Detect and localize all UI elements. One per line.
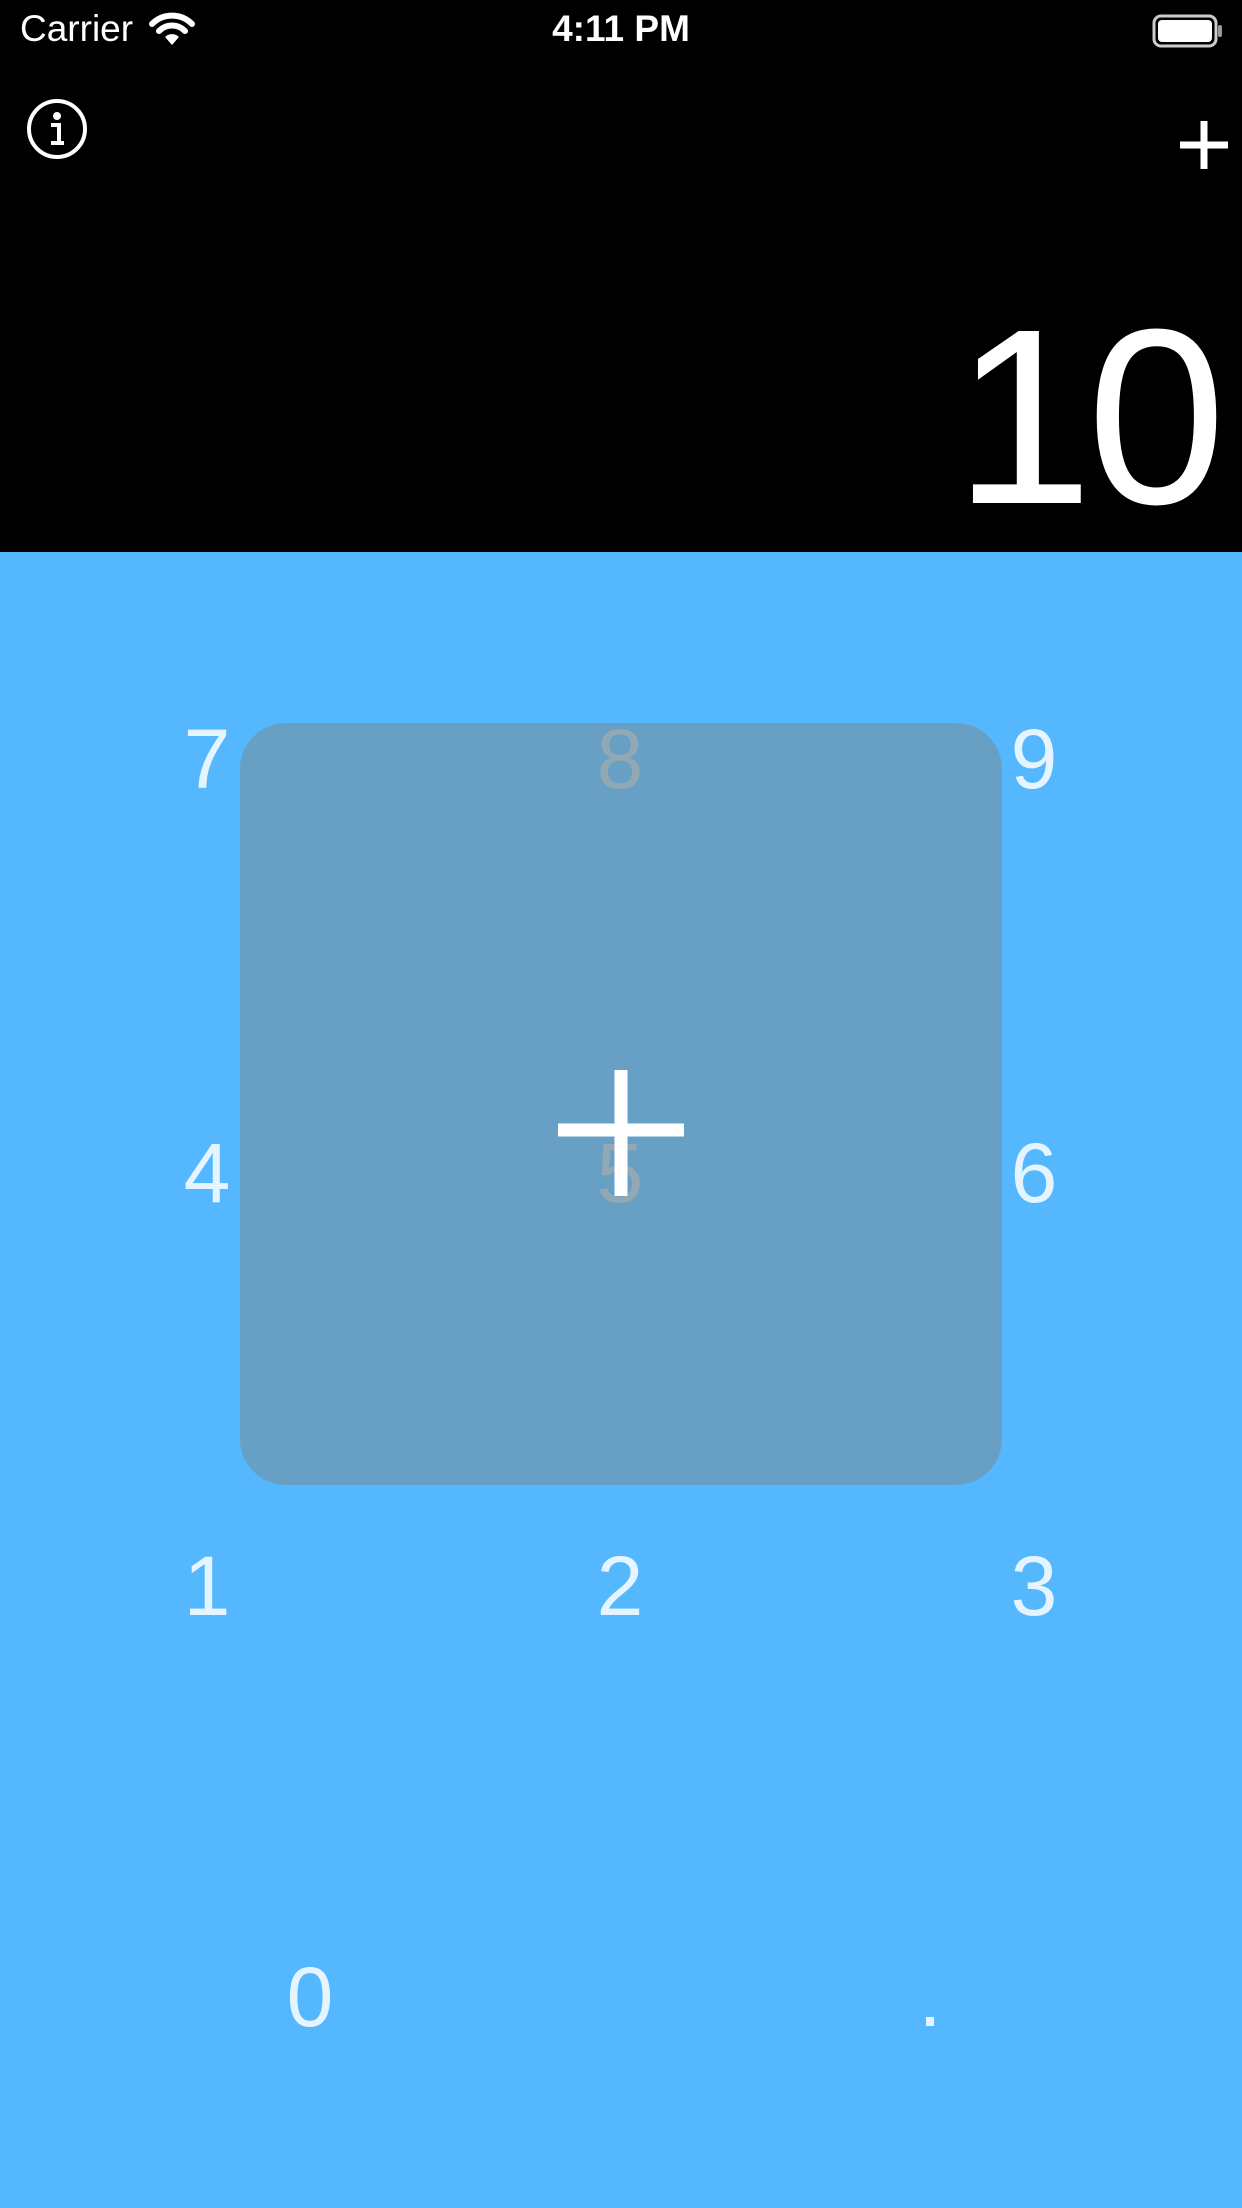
key-3[interactable]: 3 — [934, 1516, 1134, 1656]
info-icon[interactable] — [26, 98, 88, 160]
battery-icon — [1152, 14, 1222, 48]
key-0[interactable]: 0 — [210, 1927, 410, 2067]
result-display: 10 — [953, 277, 1226, 556]
key-decimal[interactable]: . — [830, 1927, 1030, 2067]
key-2[interactable]: 2 — [520, 1516, 720, 1656]
key-1[interactable]: 1 — [107, 1516, 307, 1656]
plus-icon — [558, 1070, 684, 1196]
status-time: 4:11 PM — [552, 8, 690, 49]
status-bar: Carrier 4:11 PM — [0, 0, 1242, 62]
add-button[interactable] — [1174, 115, 1234, 175]
